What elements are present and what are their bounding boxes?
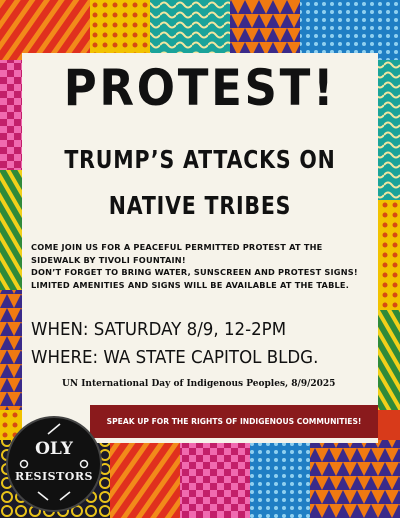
event-when: WHEN: SATURDAY 8/9, 12-2PM [31,320,287,340]
event-where: WHERE: WA STATE CAPITOL BLDG. [31,348,319,368]
call-to-action-banner: SPEAK UP FOR THE RIGHTS OF INDIGENOUS CO… [90,405,378,438]
logo-text-bottom: RESISTORS [15,470,93,483]
event-description: COME JOIN US FOR A PEACEFUL PERMITTED PR… [31,241,371,291]
subheadline-line-1: TRUMP’S ATTACKS ON [64,145,336,174]
description-line: SIDEWALK BY TIVOLI FOUNTAIN! [31,254,186,265]
poster-panel: PROTEST! TRUMP’S ATTACKS ON NATIVE TRIBE… [22,53,378,443]
occasion-line: UN International Day of Indigenous Peopl… [62,379,336,389]
description-line: LIMITED AMENITIES AND SIGNS WILL BE AVAI… [31,279,350,290]
subheadline-line-2: NATIVE TRIBES [108,191,292,220]
description-line: COME JOIN US FOR A PEACEFUL PERMITTED PR… [31,242,323,252]
description-line: DON’T FORGET TO BRING WATER, SUNSCREEN A… [31,267,358,278]
headline: PROTEST! [63,59,337,117]
logo-text-top: OLY [35,439,74,459]
oly-resistors-logo: OLY RESISTORS [4,414,104,514]
